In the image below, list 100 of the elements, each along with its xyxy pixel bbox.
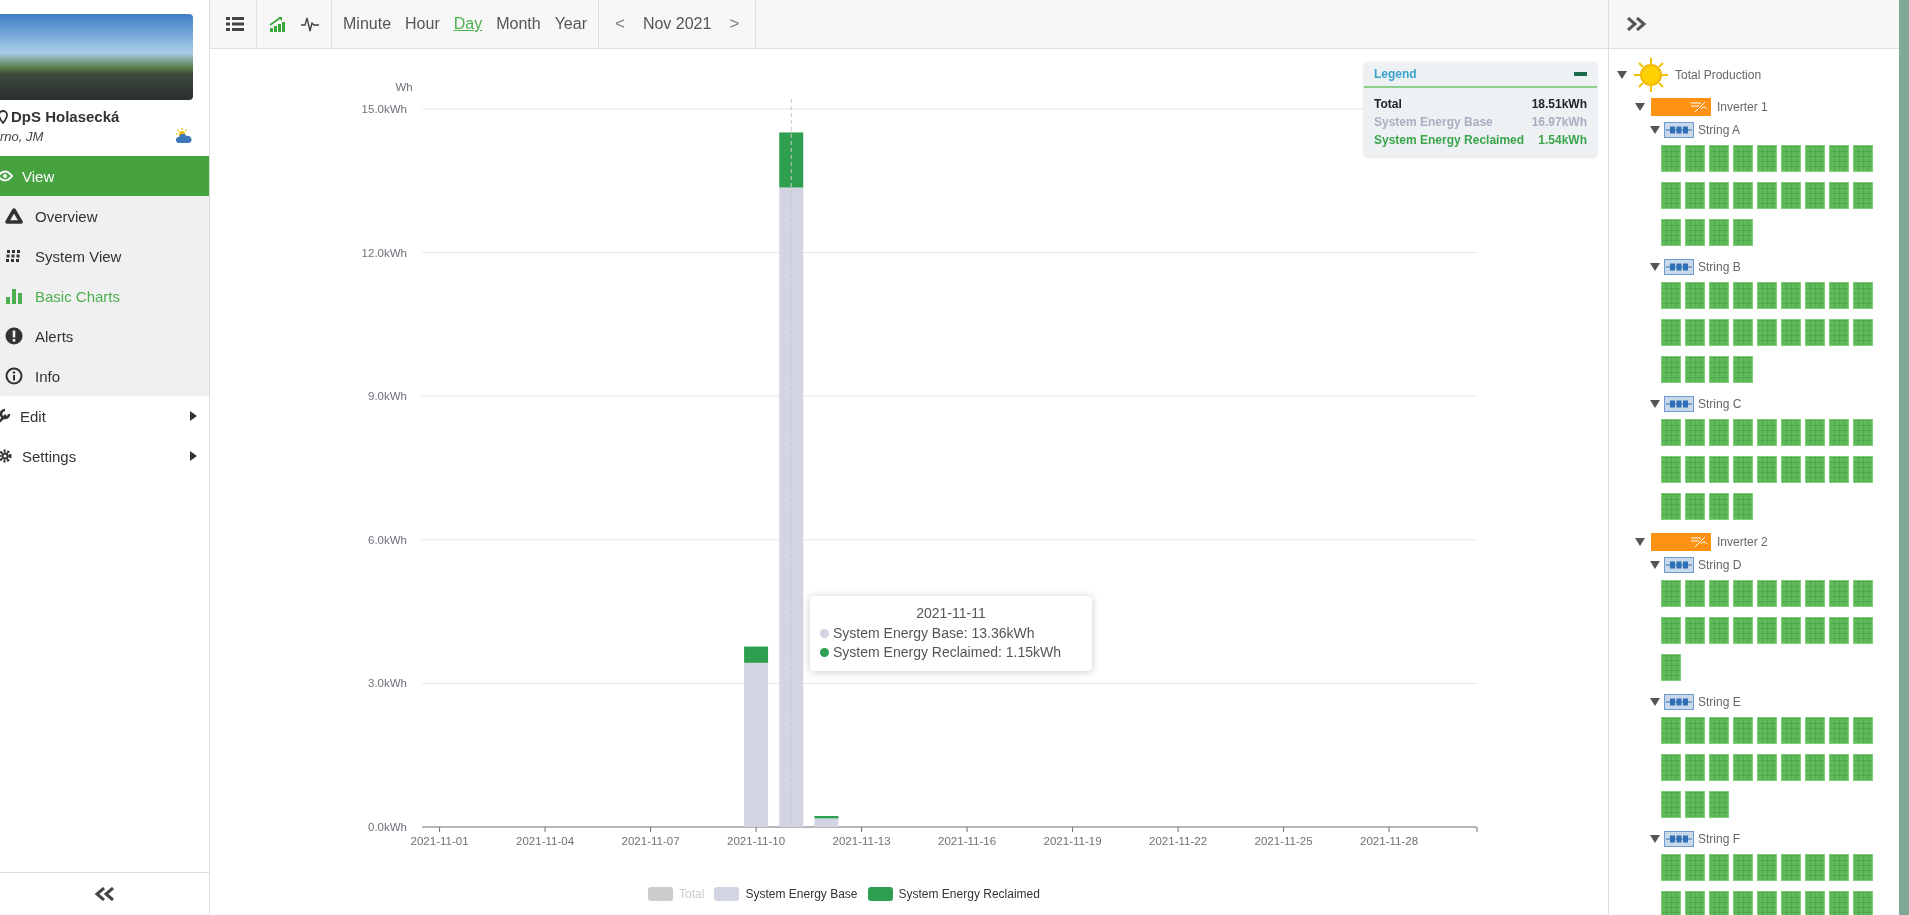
tree-node-label[interactable]: Inverter 2 <box>1717 535 1768 549</box>
menu-item[interactable]: Alerts <box>0 316 209 356</box>
solar-panel[interactable] <box>1685 493 1705 520</box>
solar-panel[interactable] <box>1853 419 1873 446</box>
solar-panel[interactable] <box>1661 356 1681 383</box>
solar-panel[interactable] <box>1757 891 1777 915</box>
solar-panel[interactable] <box>1805 182 1825 209</box>
solar-panel[interactable] <box>1661 182 1681 209</box>
solar-panel[interactable] <box>1685 182 1705 209</box>
expand-arrow-icon[interactable] <box>1650 126 1660 134</box>
solar-panel[interactable] <box>1661 717 1681 744</box>
solar-panel[interactable] <box>1709 754 1729 781</box>
solar-panel[interactable] <box>1757 580 1777 607</box>
solar-panel[interactable] <box>1661 282 1681 309</box>
solar-panel[interactable] <box>1733 319 1753 346</box>
solar-panel[interactable] <box>1661 791 1681 818</box>
solar-panel[interactable] <box>1829 145 1849 172</box>
solar-panel[interactable] <box>1733 456 1753 483</box>
expand-arrow-icon[interactable] <box>1650 400 1660 408</box>
solar-panel[interactable] <box>1709 854 1729 881</box>
solar-panel[interactable] <box>1661 419 1681 446</box>
scrollbar[interactable] <box>1899 0 1909 915</box>
solar-panel[interactable] <box>1781 145 1801 172</box>
solar-panel[interactable] <box>1781 854 1801 881</box>
tree-node-label[interactable]: String C <box>1698 397 1742 411</box>
minimize-button[interactable] <box>1574 72 1587 76</box>
solar-panel[interactable] <box>1661 580 1681 607</box>
solar-panel[interactable] <box>1805 419 1825 446</box>
solar-panel[interactable] <box>1805 754 1825 781</box>
solar-panel[interactable] <box>1685 854 1705 881</box>
tree-node-label[interactable]: Total Production <box>1675 68 1762 82</box>
solar-panel[interactable] <box>1685 791 1705 818</box>
solar-panel[interactable] <box>1829 754 1849 781</box>
solar-panel[interactable] <box>1757 617 1777 644</box>
solar-panel[interactable] <box>1661 493 1681 520</box>
period-tab[interactable]: Month <box>489 9 548 39</box>
solar-panel[interactable] <box>1685 419 1705 446</box>
solar-panel[interactable] <box>1685 356 1705 383</box>
solar-panel[interactable] <box>1781 319 1801 346</box>
solar-panel[interactable] <box>1757 456 1777 483</box>
solar-panel[interactable] <box>1709 182 1729 209</box>
solar-panel[interactable] <box>1757 145 1777 172</box>
tree-node-label[interactable]: String B <box>1698 260 1741 274</box>
solar-panel[interactable] <box>1685 717 1705 744</box>
solar-panel[interactable] <box>1853 891 1873 915</box>
solar-panel[interactable] <box>1661 754 1681 781</box>
solar-panel[interactable] <box>1805 456 1825 483</box>
solar-panel[interactable] <box>1733 617 1753 644</box>
solar-panel[interactable] <box>1661 219 1681 246</box>
solar-panel[interactable] <box>1781 282 1801 309</box>
solar-panel[interactable] <box>1709 282 1729 309</box>
solar-panel[interactable] <box>1853 319 1873 346</box>
solar-panel[interactable] <box>1709 493 1729 520</box>
solar-panel[interactable] <box>1757 717 1777 744</box>
solar-panel[interactable] <box>1661 319 1681 346</box>
solar-panel[interactable] <box>1829 319 1849 346</box>
solar-panel[interactable] <box>1829 617 1849 644</box>
solar-panel[interactable] <box>1805 617 1825 644</box>
solar-panel[interactable] <box>1661 145 1681 172</box>
legend-toggle[interactable]: System Energy Base <box>714 887 858 901</box>
solar-panel[interactable] <box>1733 493 1753 520</box>
solar-panel[interactable] <box>1853 854 1873 881</box>
solar-panel[interactable] <box>1661 456 1681 483</box>
solar-panel[interactable] <box>1685 282 1705 309</box>
solar-panel[interactable] <box>1685 891 1705 915</box>
menu-item[interactable]: Info <box>0 356 209 396</box>
solar-panel[interactable] <box>1733 854 1753 881</box>
solar-panel[interactable] <box>1733 145 1753 172</box>
solar-panel[interactable] <box>1709 791 1729 818</box>
solar-panel[interactable] <box>1829 854 1849 881</box>
menu-item[interactable]: Overview <box>0 196 209 236</box>
solar-panel[interactable] <box>1757 854 1777 881</box>
solar-panel[interactable] <box>1733 219 1753 246</box>
solar-panel[interactable] <box>1781 456 1801 483</box>
solar-panel[interactable] <box>1709 456 1729 483</box>
period-tab[interactable]: Minute <box>336 9 399 39</box>
solar-panel[interactable] <box>1733 282 1753 309</box>
solar-panel[interactable] <box>1853 456 1873 483</box>
tree-node-label[interactable]: String F <box>1698 832 1740 846</box>
solar-panel[interactable] <box>1709 717 1729 744</box>
solar-panel[interactable] <box>1805 282 1825 309</box>
solar-panel[interactable] <box>1733 580 1753 607</box>
expand-arrow-icon[interactable] <box>1650 835 1660 843</box>
bar-segment[interactable] <box>744 646 769 663</box>
solar-panel[interactable] <box>1757 319 1777 346</box>
solar-panel[interactable] <box>1757 419 1777 446</box>
solar-panel[interactable] <box>1853 282 1873 309</box>
solar-panel[interactable] <box>1853 754 1873 781</box>
solar-panel[interactable] <box>1829 419 1849 446</box>
solar-panel[interactable] <box>1829 182 1849 209</box>
solar-panel[interactable] <box>1661 617 1681 644</box>
solar-panel[interactable] <box>1733 356 1753 383</box>
solar-panel[interactable] <box>1709 356 1729 383</box>
solar-panel[interactable] <box>1733 717 1753 744</box>
solar-panel[interactable] <box>1829 456 1849 483</box>
solar-panel[interactable] <box>1781 891 1801 915</box>
expand-arrow-icon[interactable] <box>1650 698 1660 706</box>
solar-panel[interactable] <box>1829 717 1849 744</box>
expand-arrow-icon[interactable] <box>1635 538 1645 546</box>
solar-panel[interactable] <box>1853 580 1873 607</box>
